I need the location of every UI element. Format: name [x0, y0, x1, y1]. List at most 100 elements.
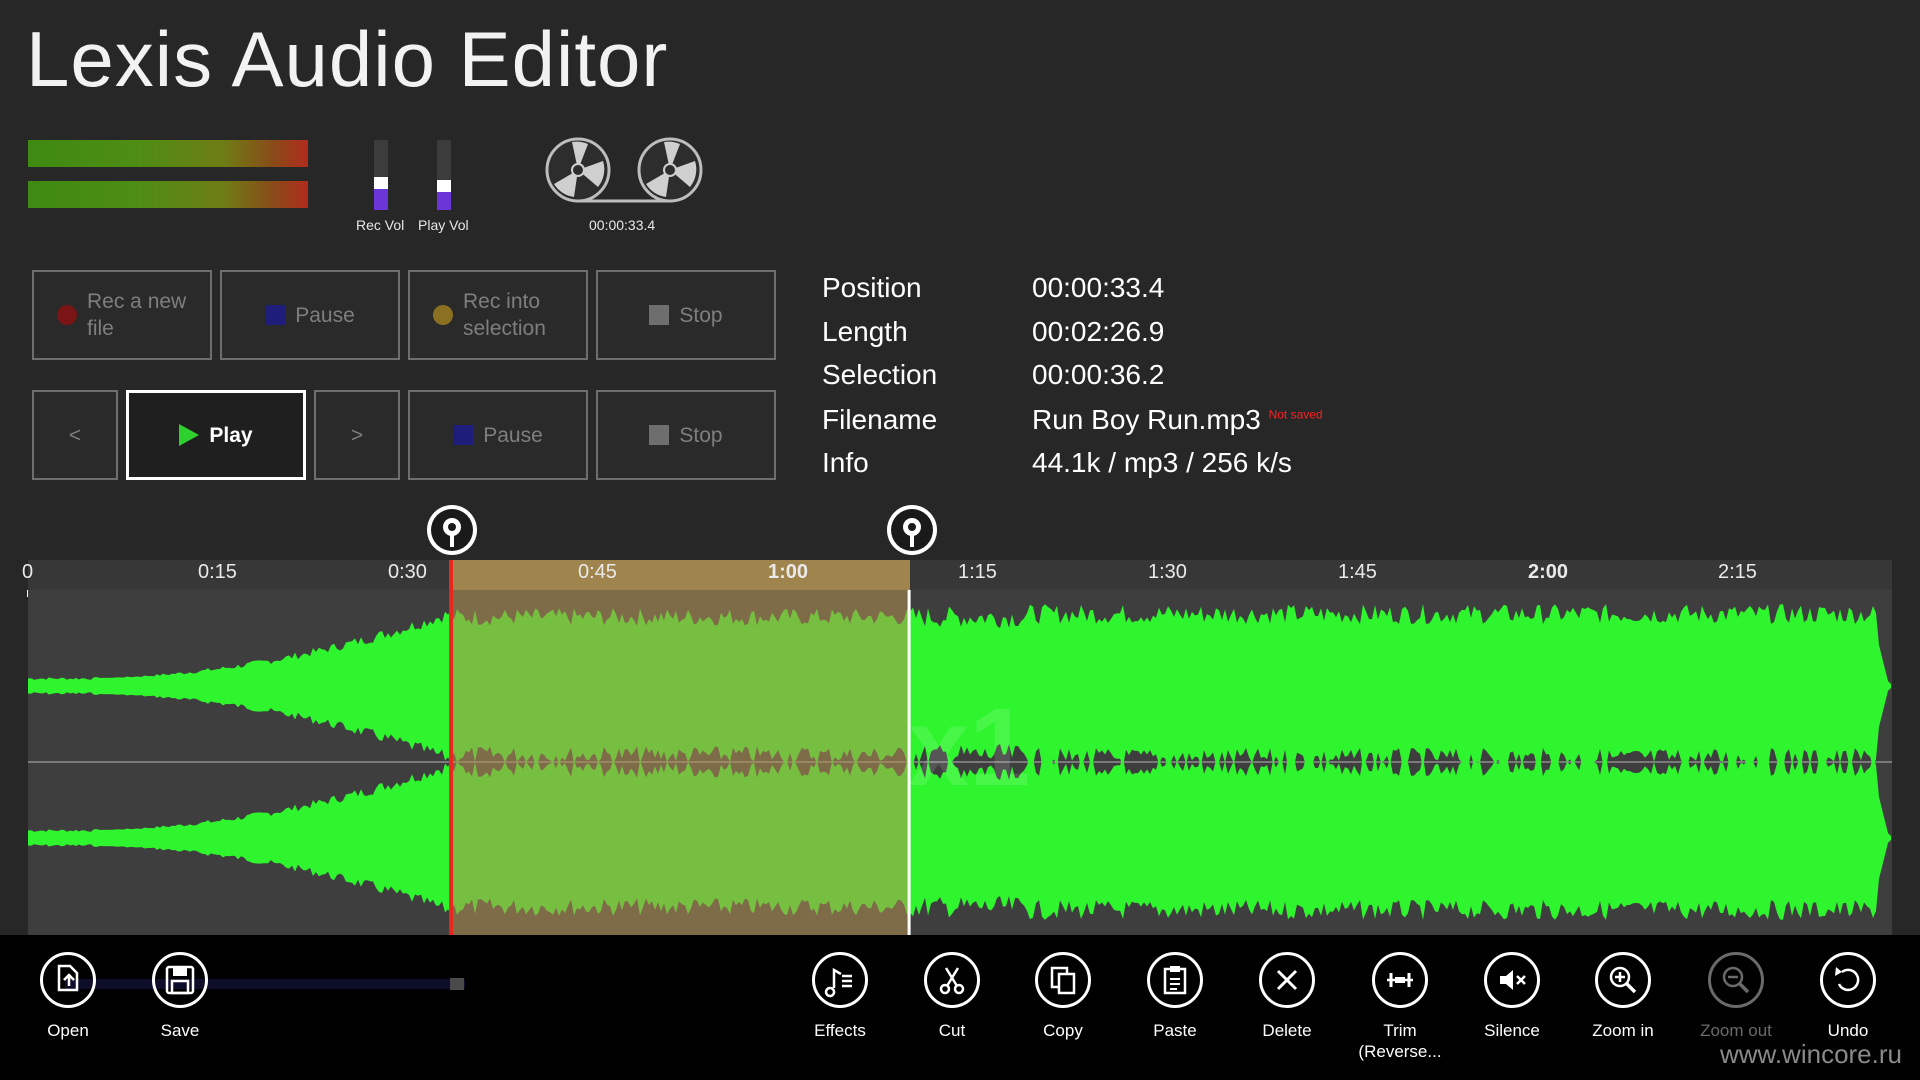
playback-stop-label: Stop [679, 423, 723, 447]
delete-x-icon [1259, 952, 1315, 1008]
play-label: Play [209, 423, 253, 447]
open-file-icon [40, 952, 96, 1008]
selection-region [451, 590, 910, 935]
selection-value: 00:00:36.2 [1032, 359, 1165, 390]
cut-button[interactable]: Cut [897, 952, 1007, 1041]
silence-button[interactable]: Silence [1457, 952, 1567, 1041]
rec-new-file-label: Rec a new file [87, 290, 187, 340]
trim-icon [1372, 952, 1428, 1008]
mute-speaker-icon [1484, 952, 1540, 1008]
playhead-line [449, 590, 454, 935]
appbar-label: Zoom in [1592, 1021, 1654, 1040]
play-vol-label: Play Vol [418, 217, 469, 233]
app-title: Lexis Audio Editor [26, 15, 669, 103]
rec-into-selection-button[interactable]: Rec into selection [408, 270, 588, 360]
reel-time: 00:00:33.4 [589, 217, 656, 233]
right-level-meter [28, 181, 308, 208]
waveform-area[interactable]: x1 [28, 590, 1892, 935]
length-value: 00:02:26.9 [1032, 316, 1165, 347]
paste-clipboard-icon [1147, 952, 1203, 1008]
play-vol-thumb[interactable] [437, 180, 451, 192]
rec-vol-fill [374, 189, 388, 210]
zoom-level-watermark: x1 [908, 686, 1030, 809]
zoom-in-icon [1595, 952, 1651, 1008]
ruler-playhead [449, 560, 454, 590]
selection-end-line [907, 590, 911, 935]
effects-button[interactable]: Effects [785, 952, 895, 1041]
tape-reels-icon [545, 137, 703, 203]
rec-pause-label: Pause [295, 303, 355, 327]
play-vol-fill [437, 192, 451, 210]
appbar-label: Trim (Reverse... [1358, 1021, 1442, 1061]
length-label: Length [822, 316, 908, 347]
undo-button[interactable]: Undo [1793, 952, 1903, 1041]
rec-stop-label: Stop [679, 303, 723, 327]
appbar-label: Save [160, 1021, 200, 1040]
record-selection-dot-icon [433, 305, 453, 325]
ruler-selection-highlight [451, 560, 910, 590]
ruler-tick-label: 0:45 [578, 561, 617, 583]
prev-label: < [68, 423, 82, 447]
scissors-icon [924, 952, 980, 1008]
pause-square-icon [265, 305, 286, 325]
ruler-tick-label: 0:15 [198, 561, 237, 583]
appbar-label: Silence [1484, 1021, 1540, 1040]
rec-vol-slider[interactable] [374, 140, 388, 210]
music-effects-icon [812, 952, 868, 1008]
trim-reverse-button[interactable]: Trim (Reverse... [1345, 952, 1455, 1062]
rec-stop-button[interactable]: Stop [596, 270, 776, 360]
rec-pause-button[interactable]: Pause [220, 270, 400, 360]
delete-button[interactable]: Delete [1232, 952, 1342, 1041]
filename-value: Run Boy Run.mp3 Not saved [1032, 404, 1323, 436]
appbar-label: Open [47, 1021, 89, 1040]
play-icon [179, 424, 200, 446]
zoom-out-button[interactable]: Zoom out [1681, 952, 1791, 1041]
save-button[interactable]: Save [125, 952, 235, 1041]
play-vol-slider[interactable] [437, 140, 451, 210]
position-label: Position [822, 272, 922, 303]
undo-icon [1820, 952, 1876, 1008]
filename-label: Filename [822, 404, 938, 435]
rec-vol-thumb[interactable] [374, 177, 388, 189]
paste-button[interactable]: Paste [1120, 952, 1230, 1041]
stop-square-icon [649, 425, 670, 445]
ruler-tick-label: 2:00 [1528, 561, 1569, 583]
appbar-label: Cut [938, 1021, 966, 1040]
appbar-label: Undo [1827, 1021, 1869, 1040]
watermark: www.wincore.ru [1719, 1039, 1902, 1069]
zoom-in-button[interactable]: Zoom in [1568, 952, 1678, 1041]
selection-start-marker-icon[interactable] [424, 502, 480, 560]
copy-icon [1035, 952, 1091, 1008]
appbar-label: Copy [1043, 1021, 1083, 1040]
position-value: 00:00:33.4 [1032, 272, 1165, 303]
ruler-tick-label: 1:45 [1338, 561, 1377, 583]
playback-pause-button[interactable]: Pause [408, 390, 588, 480]
appbar-label: Zoom out [1700, 1021, 1772, 1040]
playback-pause-label: Pause [483, 423, 543, 447]
rec-new-file-button[interactable]: Rec a new file [32, 270, 212, 360]
waveform: x1 [28, 590, 1892, 935]
next-button[interactable]: > [314, 390, 400, 480]
appbar-label: Effects [814, 1021, 866, 1040]
pause-square-icon [453, 425, 474, 445]
selection-label: Selection [822, 359, 938, 390]
selection-end-marker-icon[interactable] [884, 502, 940, 560]
rec-into-selection-label: Rec into selection [463, 290, 546, 340]
ruler-tick-label: 0:30 [388, 561, 427, 583]
prev-button[interactable]: < [32, 390, 118, 480]
open-button[interactable]: Open [13, 952, 123, 1041]
play-button[interactable]: Play [126, 390, 306, 480]
save-disk-icon [152, 952, 208, 1008]
filename-text: Run Boy Run.mp3 [1032, 404, 1261, 435]
ruler-tick-label: 1:15 [958, 561, 997, 583]
playback-stop-button[interactable]: Stop [596, 390, 776, 480]
info-label: Info [822, 447, 869, 478]
ruler-tick-label: 1:30 [1148, 561, 1187, 583]
record-dot-icon [57, 305, 77, 325]
copy-button[interactable]: Copy [1008, 952, 1118, 1041]
ruler-tick-label: 2:15 [1718, 561, 1757, 583]
appbar-label: Paste [1153, 1021, 1197, 1040]
left-level-meter [28, 140, 308, 167]
ruler-tick-label: 0 [22, 561, 34, 583]
not-saved-badge: Not saved [1268, 407, 1323, 422]
